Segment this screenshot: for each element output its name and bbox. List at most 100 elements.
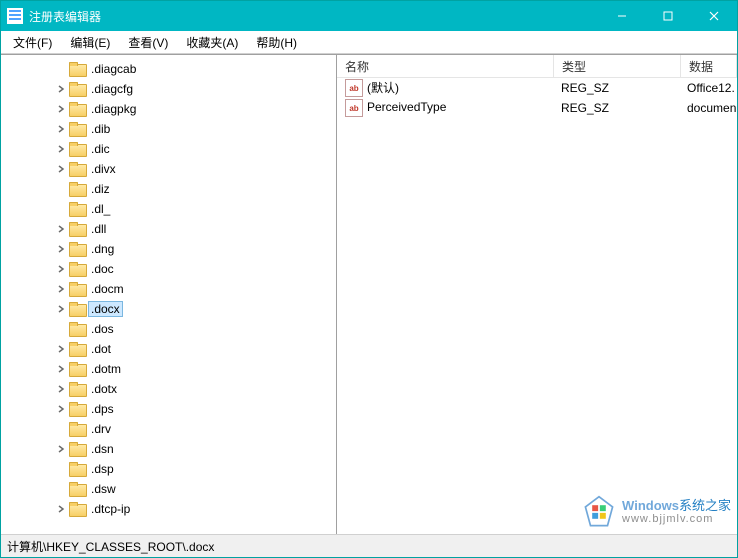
expander-icon[interactable] bbox=[55, 403, 67, 415]
menu-favorites[interactable]: 收藏夹(A) bbox=[178, 32, 246, 53]
folder-icon bbox=[69, 282, 85, 296]
tree-item[interactable]: .dib bbox=[1, 119, 336, 139]
folder-icon bbox=[69, 162, 85, 176]
folder-icon bbox=[69, 122, 85, 136]
folder-icon bbox=[69, 322, 85, 336]
tree-item-label: .dot bbox=[89, 342, 113, 356]
expander-icon[interactable] bbox=[55, 503, 67, 515]
value-row[interactable]: PerceivedTypeREG_SZdocumen bbox=[337, 98, 737, 118]
menu-file[interactable]: 文件(F) bbox=[5, 32, 60, 53]
titlebar[interactable]: 注册表编辑器 bbox=[1, 1, 737, 31]
tree-item-label: .dotx bbox=[89, 382, 119, 396]
folder-icon bbox=[69, 422, 85, 436]
tree-item-label: .dic bbox=[89, 142, 112, 156]
values-pane: 名称 类型 数据 (默认)REG_SZOffice12. PerceivedTyp… bbox=[337, 55, 737, 534]
expander-icon[interactable] bbox=[55, 103, 67, 115]
values-list[interactable]: (默认)REG_SZOffice12.PerceivedTypeREG_SZdo… bbox=[337, 78, 737, 534]
tree-item-label: .dsw bbox=[89, 482, 118, 496]
tree-item-label: .docx bbox=[89, 302, 122, 316]
expander-icon[interactable] bbox=[55, 143, 67, 155]
column-type[interactable]: 类型 bbox=[554, 55, 681, 77]
value-name: PerceivedType bbox=[367, 100, 446, 114]
tree-item-label: .docm bbox=[89, 282, 126, 296]
menu-help[interactable]: 帮助(H) bbox=[248, 32, 305, 53]
tree-item[interactable]: .doc bbox=[1, 259, 336, 279]
value-type-cell: REG_SZ bbox=[553, 101, 679, 115]
tree-item[interactable]: .diz bbox=[1, 179, 336, 199]
expander-icon[interactable] bbox=[55, 343, 67, 355]
expander-icon[interactable] bbox=[55, 83, 67, 95]
tree-item[interactable]: .dps bbox=[1, 399, 336, 419]
status-path: 计算机\HKEY_CLASSES_ROOT\.docx bbox=[7, 538, 214, 555]
tree-item-label: .diagcab bbox=[89, 62, 138, 76]
expander-icon[interactable] bbox=[55, 443, 67, 455]
maximize-button[interactable] bbox=[645, 1, 691, 31]
tree-item[interactable]: .dsw bbox=[1, 479, 336, 499]
folder-icon bbox=[69, 342, 85, 356]
folder-icon bbox=[69, 62, 85, 76]
registry-tree: .diagcab .diagcfg .diagpkg .dib .dic .divx .di… bbox=[1, 55, 336, 523]
minimize-button[interactable] bbox=[599, 1, 645, 31]
app-icon bbox=[7, 8, 23, 24]
tree-item[interactable]: .dsp bbox=[1, 459, 336, 479]
menubar: 文件(F) 编辑(E) 查看(V) 收藏夹(A) 帮助(H) bbox=[1, 31, 737, 54]
tree-item[interactable]: .dtcp-ip bbox=[1, 499, 336, 519]
folder-icon bbox=[69, 202, 85, 216]
column-data[interactable]: 数据 bbox=[681, 55, 737, 77]
close-button[interactable] bbox=[691, 1, 737, 31]
list-header: 名称 类型 数据 bbox=[337, 55, 737, 78]
window-title: 注册表编辑器 bbox=[29, 8, 599, 25]
tree-item[interactable]: .diagcfg bbox=[1, 79, 336, 99]
tree-item[interactable]: .dl_ bbox=[1, 199, 336, 219]
value-data-cell: Office12. bbox=[679, 81, 737, 95]
value-type-cell: REG_SZ bbox=[553, 81, 679, 95]
expander-icon[interactable] bbox=[55, 123, 67, 135]
tree-item-label: .dsp bbox=[89, 462, 116, 476]
tree-item[interactable]: .dotx bbox=[1, 379, 336, 399]
tree-item[interactable]: .docx bbox=[1, 299, 336, 319]
column-name[interactable]: 名称 bbox=[337, 55, 554, 77]
expander-icon[interactable] bbox=[55, 303, 67, 315]
tree-item-label: .diz bbox=[89, 182, 112, 196]
tree-item[interactable]: .dng bbox=[1, 239, 336, 259]
folder-icon bbox=[69, 402, 85, 416]
tree-item[interactable]: .docm bbox=[1, 279, 336, 299]
registry-editor-window: 注册表编辑器 文件(F) 编辑(E) 查看(V) 收藏夹(A) 帮助(H) .d… bbox=[0, 0, 738, 558]
expander-icon[interactable] bbox=[55, 243, 67, 255]
tree-item[interactable]: .drv bbox=[1, 419, 336, 439]
folder-icon bbox=[69, 502, 85, 516]
tree-item[interactable]: .divx bbox=[1, 159, 336, 179]
tree-item[interactable]: .dot bbox=[1, 339, 336, 359]
menu-edit[interactable]: 编辑(E) bbox=[62, 32, 118, 53]
expander-icon[interactable] bbox=[55, 163, 67, 175]
value-name-cell: (默认) bbox=[337, 79, 553, 98]
folder-icon bbox=[69, 242, 85, 256]
value-row[interactable]: (默认)REG_SZOffice12. bbox=[337, 78, 737, 98]
folder-icon bbox=[69, 142, 85, 156]
tree-item-label: .diagpkg bbox=[89, 102, 138, 116]
expander-icon[interactable] bbox=[55, 363, 67, 375]
tree-item-label: .dtcp-ip bbox=[89, 502, 132, 516]
expander-icon[interactable] bbox=[55, 383, 67, 395]
menu-view[interactable]: 查看(V) bbox=[120, 32, 176, 53]
expander-icon[interactable] bbox=[55, 283, 67, 295]
window-controls bbox=[599, 1, 737, 31]
tree-item[interactable]: .dic bbox=[1, 139, 336, 159]
folder-icon bbox=[69, 442, 85, 456]
tree-item-label: .dib bbox=[89, 122, 112, 136]
folder-icon bbox=[69, 302, 85, 316]
string-value-icon bbox=[345, 99, 363, 117]
tree-item-label: .dos bbox=[89, 322, 116, 336]
tree-pane[interactable]: .diagcab .diagcfg .diagpkg .dib .dic .divx .di… bbox=[1, 55, 337, 534]
tree-item-label: .dl_ bbox=[89, 202, 112, 216]
tree-item[interactable]: .dsn bbox=[1, 439, 336, 459]
tree-item-label: .doc bbox=[89, 262, 116, 276]
expander-icon[interactable] bbox=[55, 263, 67, 275]
tree-item[interactable]: .dotm bbox=[1, 359, 336, 379]
tree-item[interactable]: .dos bbox=[1, 319, 336, 339]
tree-item[interactable]: .diagpkg bbox=[1, 99, 336, 119]
expander-icon[interactable] bbox=[55, 223, 67, 235]
tree-item[interactable]: .diagcab bbox=[1, 59, 336, 79]
tree-item[interactable]: .dll bbox=[1, 219, 336, 239]
folder-icon bbox=[69, 482, 85, 496]
